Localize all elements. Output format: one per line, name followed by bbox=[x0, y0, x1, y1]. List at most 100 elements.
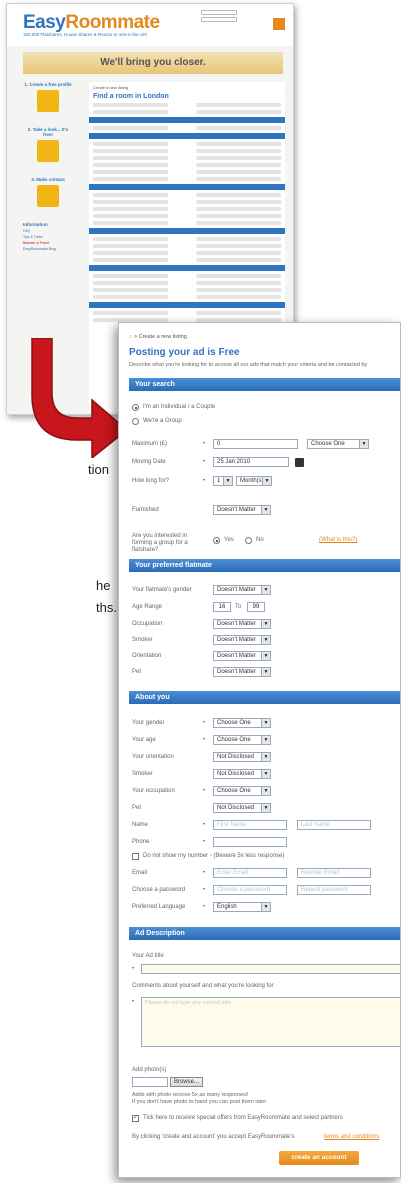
offers-checkbox[interactable]: ✓ bbox=[132, 1115, 139, 1122]
banner: We'll bring you closer. bbox=[23, 52, 283, 74]
how-long-unit-select[interactable]: Month(s) ▼ bbox=[236, 476, 272, 486]
login-button[interactable] bbox=[273, 18, 285, 30]
photos-label: Add photo(s) bbox=[132, 1067, 167, 1073]
flatmate-pet-select[interactable]: Doesn't Matter ▼ bbox=[213, 667, 271, 677]
chevron-down-icon: ▼ bbox=[261, 620, 270, 628]
terms-text: By clicking 'create and account' you acc… bbox=[132, 1134, 295, 1140]
home-icon[interactable]: ⌂ bbox=[129, 334, 132, 340]
individual-label: I'm an Individual / a Couple bbox=[143, 404, 216, 410]
maximum-label: Maximum (£) bbox=[132, 441, 168, 447]
section-about-you: About you bbox=[129, 691, 400, 704]
about-orientation-label: Your orientation bbox=[132, 754, 174, 760]
smoker-label: Smoker bbox=[132, 637, 153, 643]
furnished-label: Furnished bbox=[132, 507, 159, 513]
photo-file-input[interactable] bbox=[132, 1077, 168, 1087]
how-long-label: How long for? bbox=[132, 478, 170, 484]
age-to-label: To bbox=[235, 604, 242, 610]
login-password-input[interactable] bbox=[201, 17, 237, 22]
flatmate-gender-label: Your flatmate's gender bbox=[132, 587, 192, 593]
language-label: Preferred Language bbox=[132, 904, 186, 910]
comments-textarea[interactable]: Please do not type any contact info bbox=[141, 997, 400, 1047]
last-name-input[interactable]: Last Name bbox=[297, 820, 371, 830]
easyroommate-logo[interactable]: EasyRoommate bbox=[23, 12, 160, 34]
flatmate-gender-select[interactable]: Doesn't Matter ▼ bbox=[213, 585, 271, 595]
section-your-search: Your search bbox=[129, 378, 400, 391]
about-occupation-select[interactable]: Choose One ▼ bbox=[213, 786, 271, 796]
reenter-email-input[interactable]: Reenter Email bbox=[297, 868, 371, 878]
create-account-button[interactable]: create an account bbox=[279, 1151, 359, 1165]
sidebar-info-heading: Information bbox=[23, 222, 48, 227]
login-box bbox=[201, 10, 285, 40]
ad-title-label: Your Ad title bbox=[132, 953, 164, 959]
language-select[interactable]: English ▼ bbox=[213, 902, 271, 912]
group-label: We're a Group bbox=[143, 418, 182, 424]
password-input[interactable]: Choose a password bbox=[213, 885, 287, 895]
group-yes-radio[interactable] bbox=[213, 537, 220, 544]
background-title: Find a room in London bbox=[93, 93, 169, 100]
login-email-input[interactable] bbox=[201, 10, 237, 15]
maximum-input[interactable]: 0 bbox=[213, 439, 298, 449]
group-radio[interactable] bbox=[132, 418, 139, 425]
repeat-password-input[interactable]: Repeat password bbox=[297, 885, 371, 895]
chevron-down-icon: ▼ bbox=[261, 506, 270, 514]
about-smoker-select[interactable]: Not Disclosed ▼ bbox=[213, 769, 271, 779]
about-gender-label: Your gender bbox=[132, 720, 165, 726]
chevron-down-icon: ▼ bbox=[261, 804, 270, 812]
ad-title-input[interactable] bbox=[141, 964, 400, 974]
cut-text-2: he bbox=[96, 578, 111, 593]
posting-form-screenshot: ⌂ > Create a new listing Posting your ad… bbox=[118, 322, 401, 1178]
terms-link[interactable]: terms and conditions bbox=[324, 1134, 379, 1140]
background-breadcrumb: Create a new listing bbox=[93, 85, 129, 90]
age-from-input[interactable]: 16 bbox=[213, 602, 231, 612]
calendar-icon[interactable] bbox=[295, 458, 304, 467]
about-age-label: Your age bbox=[132, 737, 156, 743]
phone-input[interactable] bbox=[213, 837, 287, 847]
sidebar-link-tips[interactable]: Tips & Tricks bbox=[23, 235, 73, 239]
browse-button[interactable]: Browse... bbox=[170, 1077, 203, 1087]
age-to-input[interactable]: 99 bbox=[247, 602, 265, 612]
maximum-period-select[interactable]: Choose One ▼ bbox=[307, 439, 369, 449]
chevron-down-icon: ▼ bbox=[261, 903, 270, 911]
what-is-this-link[interactable]: (What is this?) bbox=[319, 537, 357, 543]
individual-radio[interactable] bbox=[132, 404, 139, 411]
about-age-select[interactable]: Choose One ▼ bbox=[213, 735, 271, 745]
envelope-icon bbox=[37, 185, 59, 207]
sidebar-step-2: 2. Take a look... It's free! bbox=[27, 127, 69, 137]
about-gender-select[interactable]: Choose One ▼ bbox=[213, 718, 271, 728]
chevron-down-icon: ▼ bbox=[261, 753, 270, 761]
about-orientation-select[interactable]: Not Disclosed ▼ bbox=[213, 752, 271, 762]
chevron-down-icon: ▼ bbox=[261, 668, 270, 676]
magnifier-icon bbox=[37, 140, 59, 162]
photo-note-2: If you don't have photo to hand you can … bbox=[132, 1099, 268, 1105]
sidebar-link-fraud[interactable]: Beware of Fraud bbox=[23, 241, 73, 245]
occupation-label: Occupation bbox=[132, 621, 163, 627]
group-no-radio[interactable] bbox=[245, 537, 252, 544]
moving-date-input[interactable]: 25 Jan 2010 bbox=[213, 457, 289, 467]
section-ad-description: Ad Description bbox=[129, 927, 400, 940]
how-long-number-select[interactable]: 1 ▼ bbox=[213, 476, 233, 486]
pencil-icon bbox=[37, 90, 59, 112]
cut-text-3: ths. bbox=[96, 600, 117, 615]
sidebar-step-3: 3. Make contact bbox=[31, 177, 65, 182]
email-input[interactable]: Enter Email bbox=[213, 868, 287, 878]
chevron-down-icon: ▼ bbox=[261, 770, 270, 778]
flatmate-occupation-select[interactable]: Doesn't Matter ▼ bbox=[213, 619, 271, 629]
chevron-down-icon: ▼ bbox=[223, 477, 232, 485]
chevron-down-icon: ▼ bbox=[261, 652, 270, 660]
photo-note-1: Adds with photo receive 5x as many respo… bbox=[132, 1092, 249, 1098]
sidebar-link-blog[interactable]: EasyRoommate Blog bbox=[23, 247, 73, 251]
first-name-input[interactable]: First Name bbox=[213, 820, 287, 830]
flatmate-smoker-select[interactable]: Doesn't Matter ▼ bbox=[213, 635, 271, 645]
flatmate-orientation-select[interactable]: Doesn't Matter ▼ bbox=[213, 651, 271, 661]
chevron-down-icon: ▼ bbox=[262, 477, 271, 485]
offers-label: Tick here to receive special offers from… bbox=[143, 1115, 343, 1121]
group-question-label: Are you interested in forming a group fo… bbox=[132, 533, 188, 553]
sidebar-link-faq[interactable]: FAQ bbox=[23, 229, 73, 233]
furnished-select[interactable]: Doesn't Matter ▼ bbox=[213, 505, 271, 515]
about-pet-select[interactable]: Not Disclosed ▼ bbox=[213, 803, 271, 813]
section-preferred-flatmate: Your preferred flatmate bbox=[129, 559, 400, 572]
hide-number-checkbox[interactable] bbox=[132, 853, 139, 860]
page-subtitle: Describe what you're looking for to acce… bbox=[129, 362, 368, 368]
hide-number-label: Do not show my number - (Beware 5x less … bbox=[143, 853, 285, 859]
pet-label: Pet bbox=[132, 669, 142, 675]
